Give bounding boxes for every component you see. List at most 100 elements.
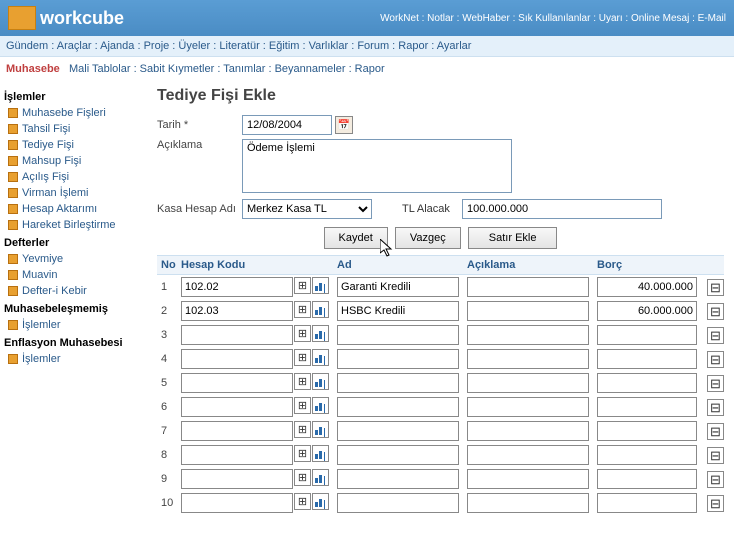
remove-row-icon[interactable]: ⊟ bbox=[707, 471, 724, 488]
input-ad[interactable] bbox=[337, 301, 459, 321]
input-hesap-kodu[interactable] bbox=[181, 469, 293, 489]
input-aciklama[interactable] bbox=[467, 469, 589, 489]
input-borc[interactable] bbox=[597, 349, 697, 369]
input-hesap-kodu[interactable] bbox=[181, 301, 293, 321]
remove-row-icon[interactable]: ⊟ bbox=[707, 303, 724, 320]
plus-icon[interactable]: ⊞ bbox=[294, 349, 311, 366]
cancel-button[interactable]: Vazgeç bbox=[395, 227, 461, 249]
chart-icon[interactable] bbox=[312, 421, 329, 438]
chart-icon[interactable] bbox=[312, 349, 329, 366]
chart-icon[interactable] bbox=[312, 493, 329, 510]
plus-icon[interactable]: ⊞ bbox=[294, 325, 311, 342]
sidebar-item[interactable]: Tediye Fişi bbox=[4, 137, 147, 153]
chart-icon[interactable] bbox=[312, 373, 329, 390]
sidebar-item[interactable]: Muhasebe Fişleri bbox=[4, 105, 147, 121]
input-hesap-kodu[interactable] bbox=[181, 373, 293, 393]
sidebar-item-label: İşlemler bbox=[22, 319, 61, 331]
input-aciklama[interactable] bbox=[467, 277, 589, 297]
input-ad[interactable] bbox=[337, 421, 459, 441]
input-borc[interactable] bbox=[597, 301, 697, 321]
chart-icon[interactable] bbox=[312, 277, 329, 294]
sidebar-item[interactable]: Hareket Birleştirme bbox=[4, 217, 147, 233]
sidebar-item[interactable]: Açılış Fişi bbox=[4, 169, 147, 185]
input-ad[interactable] bbox=[337, 349, 459, 369]
input-hesap-kodu[interactable] bbox=[181, 397, 293, 417]
plus-icon[interactable]: ⊞ bbox=[294, 445, 311, 462]
input-ad[interactable] bbox=[337, 445, 459, 465]
input-borc[interactable] bbox=[597, 469, 697, 489]
input-hesap-kodu[interactable] bbox=[181, 445, 293, 465]
calendar-icon[interactable]: 📅 bbox=[335, 116, 353, 134]
input-aciklama[interactable] bbox=[467, 373, 589, 393]
input-borc[interactable] bbox=[597, 493, 697, 513]
remove-row-icon[interactable]: ⊟ bbox=[707, 423, 724, 440]
plus-icon[interactable]: ⊞ bbox=[294, 397, 311, 414]
plus-icon[interactable]: ⊞ bbox=[294, 421, 311, 438]
main-menu[interactable]: Gündem : Araçlar : Ajanda : Proje : Üyel… bbox=[0, 36, 734, 57]
remove-row-icon[interactable]: ⊟ bbox=[707, 495, 724, 512]
label-kasa: Kasa Hesap Adı bbox=[157, 203, 242, 215]
input-aciklama[interactable] bbox=[467, 493, 589, 513]
grid-header: No Hesap Kodu Ad Açıklama Borç bbox=[157, 255, 724, 275]
plus-icon[interactable]: ⊞ bbox=[294, 301, 311, 318]
sidebar-item[interactable]: İşlemler bbox=[4, 317, 147, 333]
sidebar-item[interactable]: Defter-i Kebir bbox=[4, 283, 147, 299]
input-ad[interactable] bbox=[337, 493, 459, 513]
input-borc[interactable] bbox=[597, 445, 697, 465]
input-ad[interactable] bbox=[337, 469, 459, 489]
chart-icon[interactable] bbox=[312, 301, 329, 318]
sidebar-item[interactable]: İşlemler bbox=[4, 351, 147, 367]
chart-icon[interactable] bbox=[312, 325, 329, 342]
input-borc[interactable] bbox=[597, 421, 697, 441]
chart-icon[interactable] bbox=[312, 469, 329, 486]
sidebar-item[interactable]: Yevmiye bbox=[4, 251, 147, 267]
sidebar-item[interactable]: Hesap Aktarımı bbox=[4, 201, 147, 217]
save-button[interactable]: Kaydet bbox=[324, 227, 388, 249]
sidebar-item[interactable]: Mahsup Fişi bbox=[4, 153, 147, 169]
add-row-button[interactable]: Satır Ekle bbox=[468, 227, 558, 249]
select-kasa[interactable]: Merkez Kasa TL bbox=[242, 199, 372, 219]
sub-menu[interactable]: Muhasebe Mali Tablolar : Sabit Kıymetler… bbox=[0, 57, 734, 81]
input-aciklama[interactable] bbox=[467, 301, 589, 321]
submenu-rest[interactable]: Mali Tablolar : Sabit Kıymetler : Tanıml… bbox=[69, 63, 385, 75]
remove-row-icon[interactable]: ⊟ bbox=[707, 375, 724, 392]
input-borc[interactable] bbox=[597, 397, 697, 417]
input-borc[interactable] bbox=[597, 277, 697, 297]
input-ad[interactable] bbox=[337, 397, 459, 417]
sidebar-item[interactable]: Virman İşlemi bbox=[4, 185, 147, 201]
sidebar-item[interactable]: Tahsil Fişi bbox=[4, 121, 147, 137]
menu-items[interactable]: Gündem : Araçlar : Ajanda : Proje : Üyel… bbox=[6, 40, 471, 52]
chart-icon[interactable] bbox=[312, 397, 329, 414]
remove-row-icon[interactable]: ⊟ bbox=[707, 279, 724, 296]
input-aciklama[interactable] bbox=[467, 325, 589, 345]
plus-icon[interactable]: ⊞ bbox=[294, 373, 311, 390]
input-ad[interactable] bbox=[337, 277, 459, 297]
top-links[interactable]: WorkNet : Notlar : WebHaber : Sık Kullan… bbox=[380, 13, 726, 24]
remove-row-icon[interactable]: ⊟ bbox=[707, 327, 724, 344]
remove-row-icon[interactable]: ⊟ bbox=[707, 447, 724, 464]
remove-row-icon[interactable]: ⊟ bbox=[707, 399, 724, 416]
input-aciklama[interactable] bbox=[467, 349, 589, 369]
plus-icon[interactable]: ⊞ bbox=[294, 469, 311, 486]
chart-icon[interactable] bbox=[312, 445, 329, 462]
textarea-aciklama[interactable]: Ödeme İşlemi bbox=[242, 139, 512, 193]
input-ad[interactable] bbox=[337, 373, 459, 393]
input-tl-alacak[interactable] bbox=[462, 199, 662, 219]
input-borc[interactable] bbox=[597, 325, 697, 345]
input-aciklama[interactable] bbox=[467, 397, 589, 417]
input-hesap-kodu[interactable] bbox=[181, 493, 293, 513]
plus-icon[interactable]: ⊞ bbox=[294, 493, 311, 510]
sidebar-item[interactable]: Muavin bbox=[4, 267, 147, 283]
input-hesap-kodu[interactable] bbox=[181, 421, 293, 441]
input-borc[interactable] bbox=[597, 373, 697, 393]
input-hesap-kodu[interactable] bbox=[181, 325, 293, 345]
input-aciklama[interactable] bbox=[467, 421, 589, 441]
plus-icon[interactable]: ⊞ bbox=[294, 277, 311, 294]
submenu-active[interactable]: Muhasebe bbox=[6, 63, 60, 75]
input-aciklama[interactable] bbox=[467, 445, 589, 465]
remove-row-icon[interactable]: ⊟ bbox=[707, 351, 724, 368]
input-hesap-kodu[interactable] bbox=[181, 349, 293, 369]
input-tarih[interactable] bbox=[242, 115, 332, 135]
input-ad[interactable] bbox=[337, 325, 459, 345]
input-hesap-kodu[interactable] bbox=[181, 277, 293, 297]
